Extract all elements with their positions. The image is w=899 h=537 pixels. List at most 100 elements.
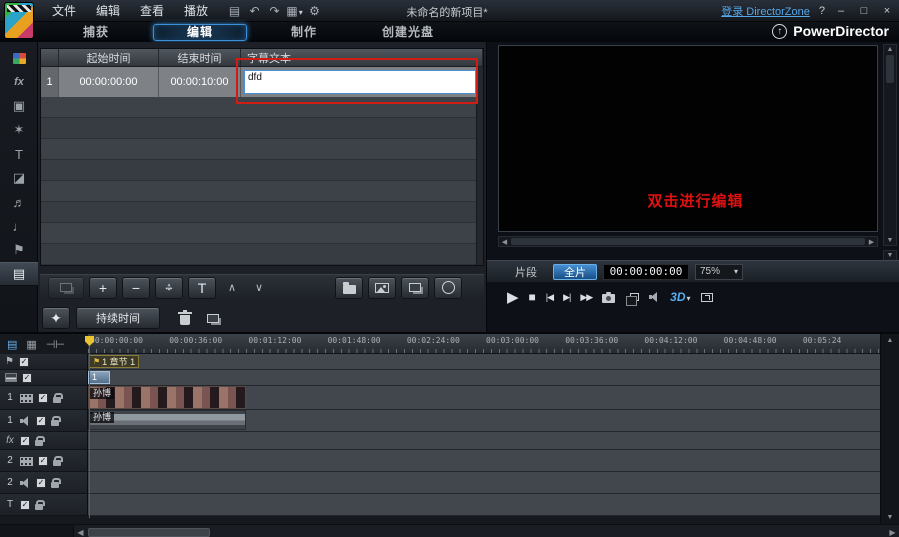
redo-icon[interactable]: ↷ xyxy=(266,4,283,18)
track-enable-checkbox[interactable]: ✓ xyxy=(38,393,48,403)
subtitle-clip[interactable]: 1 xyxy=(88,371,110,384)
remove-subtitle-button[interactable]: − xyxy=(122,277,150,299)
split-subtitle-button[interactable]: ↔↕ xyxy=(155,277,183,299)
menu-file[interactable]: 文件 xyxy=(42,2,86,19)
undo-icon[interactable]: ↶ xyxy=(246,4,263,18)
stop-button[interactable]: ■ xyxy=(529,290,536,304)
settings-gear-icon[interactable]: ⚙ xyxy=(306,4,323,18)
login-directorzone-link[interactable]: 登录 DirectorZone xyxy=(721,3,810,19)
lock-icon[interactable] xyxy=(53,397,61,403)
effect-track-content[interactable] xyxy=(88,432,880,450)
track-enable-checkbox[interactable]: ✓ xyxy=(36,478,46,488)
tab-capture[interactable]: 捕获 xyxy=(44,24,148,41)
chapter-track-content[interactable]: ⚑ 1 章节 1 xyxy=(88,354,880,370)
lock-icon[interactable] xyxy=(51,482,59,488)
preview-v-scrollbar[interactable]: ▲ ▼ xyxy=(883,44,897,246)
scroll-thumb[interactable] xyxy=(511,238,865,245)
maximize-button[interactable]: □ xyxy=(857,5,871,17)
col-subtitle-text[interactable]: 字幕文本 xyxy=(241,49,483,66)
movie-mode-button[interactable]: 全片 xyxy=(553,264,597,280)
room-effects[interactable]: fx xyxy=(0,70,38,94)
col-start-time[interactable]: 起始时间 xyxy=(59,49,159,66)
row-start-time[interactable]: 00:00:00:00 xyxy=(59,67,159,97)
storyboard-view-icon[interactable]: ▦ xyxy=(26,338,36,351)
fit-timeline-icon[interactable]: ⊣⊢ xyxy=(46,338,65,351)
room-pip-objects[interactable]: ▣ xyxy=(0,94,38,118)
subtitle-text-input[interactable]: dfd xyxy=(244,70,476,94)
lock-icon[interactable] xyxy=(35,440,43,446)
snapshot-camera-icon[interactable] xyxy=(602,294,615,303)
row-text-cell[interactable]: dfd xyxy=(241,67,483,97)
play-button[interactable]: ▶ xyxy=(507,288,519,306)
tab-produce[interactable]: 制作 xyxy=(252,24,356,41)
undock-preview-icon[interactable] xyxy=(701,293,713,302)
tab-edit[interactable]: 编辑 xyxy=(148,24,252,41)
room-particles[interactable]: ✶ xyxy=(0,118,38,142)
col-end-time[interactable]: 结束时间 xyxy=(159,49,241,66)
track-enable-checkbox[interactable]: ✓ xyxy=(20,500,30,510)
scroll-down-icon[interactable]: ▼ xyxy=(887,514,894,521)
move-up-button[interactable]: ∧ xyxy=(221,277,243,299)
menu-play[interactable]: 播放 xyxy=(174,2,218,19)
video-clip[interactable]: 孙博 xyxy=(88,386,246,409)
room-titles[interactable]: T xyxy=(0,142,38,166)
subtitle-track-content[interactable]: 1 xyxy=(88,370,880,386)
row-end-time[interactable]: 00:00:10:00 xyxy=(159,67,241,97)
scroll-up-icon[interactable]: ▲ xyxy=(887,46,894,53)
clip-mode-button[interactable]: 片段 xyxy=(505,264,547,280)
chapter-marker-clip[interactable]: ⚑ 1 章节 1 xyxy=(89,355,139,368)
timeline-ruler[interactable]: 00:00:00:0000:00:36:00 00:01:12:0000:01:… xyxy=(88,334,880,354)
track-enable-checkbox[interactable]: ✓ xyxy=(20,436,30,446)
playhead-line[interactable] xyxy=(89,346,90,518)
timeline-v-scrollbar[interactable]: ▲ ▼ xyxy=(880,334,899,524)
video-track-2-content[interactable] xyxy=(88,450,880,472)
scroll-up-icon[interactable]: ▲ xyxy=(887,337,894,344)
timeline-view-icon[interactable]: ▤ xyxy=(7,338,17,351)
room-chapters[interactable]: ⚑ xyxy=(0,238,38,262)
minimize-button[interactable]: – xyxy=(834,5,848,17)
lock-icon[interactable] xyxy=(53,460,61,466)
track-enable-checkbox[interactable]: ✓ xyxy=(22,373,32,383)
edit-text-button[interactable]: T xyxy=(188,277,216,299)
zoom-select[interactable]: 75%▾ xyxy=(695,264,743,280)
dual-preview-icon[interactable] xyxy=(630,293,639,301)
duration-button[interactable]: 持续时间 xyxy=(76,307,160,329)
menu-edit[interactable]: 编辑 xyxy=(86,2,130,19)
next-frame-button[interactable]: ▶| xyxy=(563,292,570,303)
import-text-button[interactable] xyxy=(202,307,224,329)
scroll-left-icon[interactable]: ◀ xyxy=(74,528,87,537)
scroll-thumb[interactable] xyxy=(88,528,210,537)
export-image-button[interactable] xyxy=(368,277,396,299)
scroll-thumb[interactable] xyxy=(886,55,894,83)
audio-clip[interactable]: 孙博 xyxy=(88,410,246,430)
audio-track-2-content[interactable] xyxy=(88,472,880,494)
tab-create-disc[interactable]: 创建光盘 xyxy=(356,24,460,41)
subtitle-row-1[interactable]: 1 00:00:00:00 00:00:10:00 dfd xyxy=(41,67,483,97)
scroll-left-icon[interactable]: ◀ xyxy=(499,238,510,246)
title-track-content[interactable] xyxy=(88,494,880,516)
table-scrollbar[interactable] xyxy=(476,67,483,265)
add-subtitle-button[interactable]: + xyxy=(89,277,117,299)
export-batch-button[interactable] xyxy=(401,277,429,299)
room-subtitles[interactable]: ▤ xyxy=(0,262,38,286)
delete-subtitle-button[interactable] xyxy=(174,307,196,329)
help-button[interactable]: ? xyxy=(819,5,825,17)
room-media[interactable] xyxy=(0,46,38,70)
menu-view[interactable]: 查看 xyxy=(130,2,174,19)
audio-track-1-content[interactable]: 孙博 xyxy=(88,410,880,432)
lock-icon[interactable] xyxy=(35,504,43,510)
threed-button[interactable]: 3D▾ xyxy=(670,290,690,304)
lock-icon[interactable] xyxy=(51,420,59,426)
track-enable-checkbox[interactable]: ✓ xyxy=(36,416,46,426)
previous-frame-button[interactable]: |◀ xyxy=(546,292,553,303)
track-enable-checkbox[interactable]: ✓ xyxy=(19,357,29,367)
sync-wand-button[interactable]: ✦ xyxy=(42,307,70,329)
preview-screen[interactable]: 双击进行编辑 xyxy=(498,45,878,232)
room-transitions[interactable]: ◪ xyxy=(0,166,38,190)
fast-forward-button[interactable]: ▶▶ xyxy=(580,292,592,303)
room-audio-mixing[interactable]: ♬ xyxy=(0,190,38,214)
scroll-right-icon[interactable]: ▶ xyxy=(866,238,877,246)
timecode-display[interactable]: 00:00:00:00 xyxy=(603,264,689,280)
scroll-down-icon[interactable]: ▼ xyxy=(887,237,894,244)
room-voice-over[interactable]: ♩ xyxy=(0,214,38,238)
